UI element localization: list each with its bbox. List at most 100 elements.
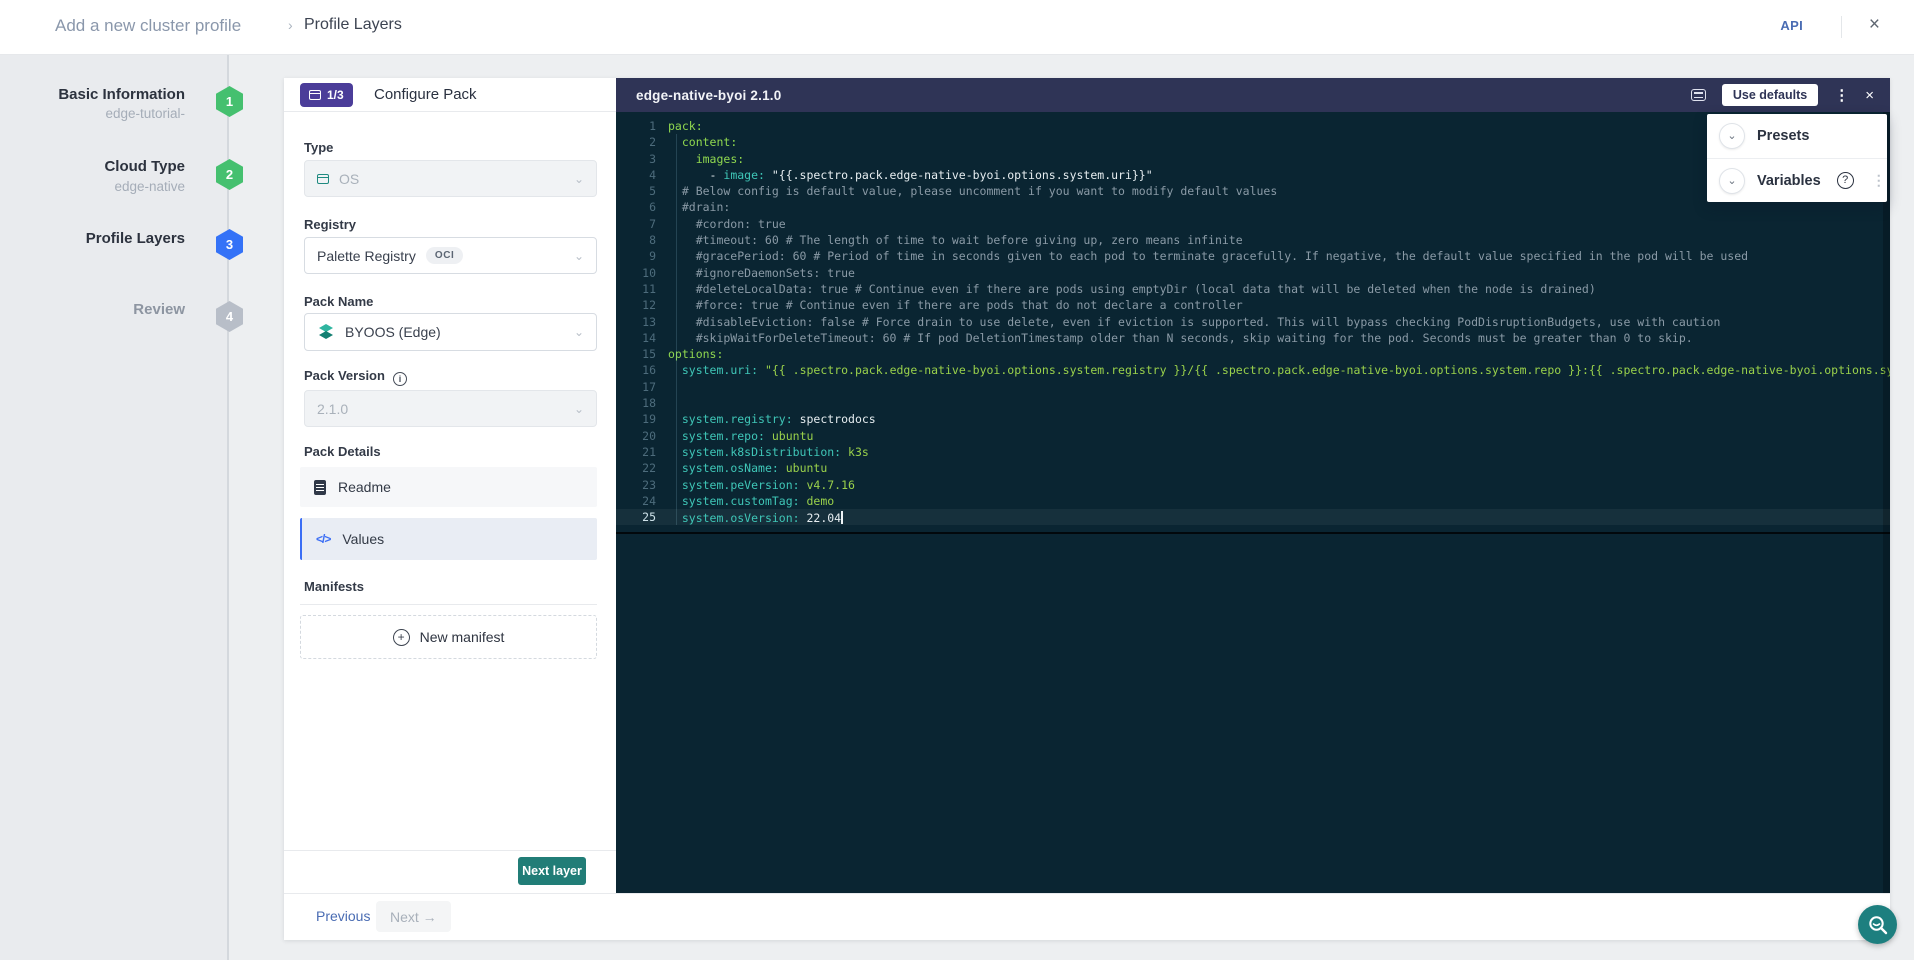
manifests-label: Manifests (304, 579, 364, 594)
line-content: pack: (668, 118, 703, 134)
new-manifest-button[interactable]: + New manifest (300, 615, 597, 659)
code-line-6[interactable]: 6 #drain: (616, 199, 1890, 215)
code-line-12[interactable]: 12 #force: true # Continue even if there… (616, 297, 1890, 313)
line-number: 19 (616, 411, 656, 427)
presets-label: Presets (1757, 128, 1809, 144)
code-line-23[interactable]: 23 system.peVersion: v4.7.16 (616, 477, 1890, 493)
breadcrumb-separator: › (288, 17, 293, 33)
registry-select[interactable]: Palette Registry OCI ⌄ (304, 237, 597, 274)
line-number: 8 (616, 232, 656, 248)
code-line-15[interactable]: 15options: (616, 346, 1890, 362)
code-brackets-icon: </> (316, 532, 330, 546)
code-line-14[interactable]: 14 #skipWaitForDeleteTimeout: 60 # If po… (616, 330, 1890, 346)
chevron-down-icon: ⌄ (574, 249, 584, 263)
step-basic-information[interactable]: Basic Information (0, 86, 185, 103)
line-number: 10 (616, 265, 656, 281)
panel-footer-divider (284, 850, 616, 851)
code-line-2[interactable]: 2 content: (616, 134, 1890, 150)
step-cloud-type[interactable]: Cloud Type (0, 158, 185, 175)
line-content: content: (668, 134, 737, 150)
line-content: system.osName: ubuntu (668, 460, 827, 476)
readme-tab[interactable]: Readme (300, 467, 597, 507)
type-select[interactable]: OS ⌄ (304, 160, 597, 197)
next-button[interactable]: Next → (376, 901, 451, 932)
code-area[interactable]: 1 pack:2 content:3 images:4 - image: "{{.… (616, 112, 1890, 893)
oci-badge: OCI (426, 247, 464, 264)
editor-kebab-menu-icon[interactable]: ⋮ (1834, 88, 1849, 103)
code-line-22[interactable]: 22 system.osName: ubuntu (616, 460, 1890, 476)
step-profile-layers[interactable]: Profile Layers (0, 230, 185, 247)
header-divider (1841, 16, 1842, 38)
magnifier-smile-icon (1867, 914, 1889, 936)
pack-version-select[interactable]: 2.1.0 ⌄ (304, 390, 597, 427)
breadcrumb-parent[interactable]: Add a new cluster profile (55, 16, 241, 36)
variables-row[interactable]: ⌄ Variables ? ⋮ (1707, 158, 1887, 202)
variables-kebab-menu-icon[interactable]: ⋮ (1872, 172, 1886, 189)
info-icon[interactable]: i (393, 372, 407, 386)
code-line-4[interactable]: 4 - image: "{{.spectro.pack.edge-native-… (616, 167, 1890, 183)
line-content: images: (668, 151, 744, 167)
use-defaults-button[interactable]: Use defaults (1722, 84, 1818, 106)
editor-close-icon[interactable]: × (1865, 88, 1874, 103)
byoos-pack-icon (317, 323, 335, 341)
help-icon[interactable]: ? (1837, 172, 1854, 189)
code-line-8[interactable]: 8 #timeout: 60 # The length of time to w… (616, 232, 1890, 248)
code-line-20[interactable]: 20 system.repo: ubuntu (616, 428, 1890, 444)
editor-title: edge-native-byoi 2.1.0 (636, 88, 781, 103)
code-line-25[interactable]: 25 system.osVersion: 22.04 (616, 509, 1890, 525)
chevron-down-icon: ⌄ (574, 172, 584, 186)
code-line-11[interactable]: 11 #deleteLocalData: true # Continue eve… (616, 281, 1890, 297)
line-number: 12 (616, 297, 656, 313)
values-tab[interactable]: </> Values (300, 518, 597, 560)
os-layer-icon (317, 174, 329, 184)
step-review[interactable]: Review (0, 301, 185, 318)
variables-label: Variables (1757, 173, 1821, 189)
code-line-9[interactable]: 9 #gracePeriod: 60 # Period of time in s… (616, 248, 1890, 264)
code-line-10[interactable]: 10 #ignoreDaemonSets: true (616, 265, 1890, 281)
line-number: 7 (616, 216, 656, 232)
help-widget-button[interactable] (1858, 905, 1897, 944)
api-button[interactable]: API (1780, 18, 1803, 33)
line-number: 5 (616, 183, 656, 199)
line-number: 17 (616, 379, 656, 395)
editor-scrollbar[interactable] (1883, 112, 1890, 893)
code-line-17[interactable]: 17 (616, 379, 1890, 395)
line-number: 16 (616, 362, 656, 378)
line-content: #force: true # Continue even if there ar… (668, 297, 1243, 313)
line-content: #ignoreDaemonSets: true (668, 265, 855, 281)
line-content: #disableEviction: false # Force drain to… (668, 314, 1720, 330)
code-line-24[interactable]: 24 system.customTag: demo (616, 493, 1890, 509)
code-line-1[interactable]: 1 pack: (616, 118, 1890, 134)
pack-step-count: 1/3 (327, 88, 344, 102)
chevron-down-icon[interactable]: ⌄ (1719, 123, 1745, 149)
line-content: system.peVersion: v4.7.16 (668, 477, 855, 493)
yaml-editor: edge-native-byoi 2.1.0 Use defaults ⋮ × … (616, 78, 1890, 893)
code-line-13[interactable]: 13 #disableEviction: false # Force drain… (616, 314, 1890, 330)
stepper-connector-line (227, 55, 229, 960)
presets-row[interactable]: ⌄ Presets (1707, 114, 1887, 158)
next-layer-button[interactable]: Next layer (518, 857, 586, 885)
pack-version-value: 2.1.0 (317, 401, 348, 417)
code-line-16[interactable]: 16 system.uri: "{{ .spectro.pack.edge-na… (616, 362, 1890, 378)
code-line-21[interactable]: 21 system.k8sDistribution: k3s (616, 444, 1890, 460)
line-number: 3 (616, 151, 656, 167)
previous-button[interactable]: Previous (316, 908, 370, 924)
code-line-18[interactable]: 18 (616, 395, 1890, 411)
chevron-down-icon[interactable]: ⌄ (1719, 168, 1745, 194)
code-line-19[interactable]: 19 system.registry: spectrodocs (616, 411, 1890, 427)
configure-pack-header: 1/3 Configure Pack (284, 78, 616, 112)
line-number: 14 (616, 330, 656, 346)
code-line-5[interactable]: 5 # Below config is default value, pleas… (616, 183, 1890, 199)
split-view-icon[interactable] (1691, 89, 1706, 101)
line-number: 1 (616, 118, 656, 134)
code-line-7[interactable]: 7 #cordon: true (616, 216, 1890, 232)
line-content: - image: "{{.spectro.pack.edge-native-by… (668, 167, 1153, 183)
new-manifest-label: New manifest (420, 629, 505, 645)
manifests-divider (300, 604, 597, 605)
indent-guide (676, 134, 677, 525)
code-line-3[interactable]: 3 images: (616, 151, 1890, 167)
presets-variables-popup: ⌄ Presets ⌄ Variables ? ⋮ (1707, 114, 1887, 202)
pack-name-select[interactable]: BYOOS (Edge) ⌄ (304, 313, 597, 351)
page-close-icon[interactable]: × (1869, 14, 1880, 36)
line-content: system.uri: "{{ .spectro.pack.edge-nativ… (668, 362, 1890, 378)
